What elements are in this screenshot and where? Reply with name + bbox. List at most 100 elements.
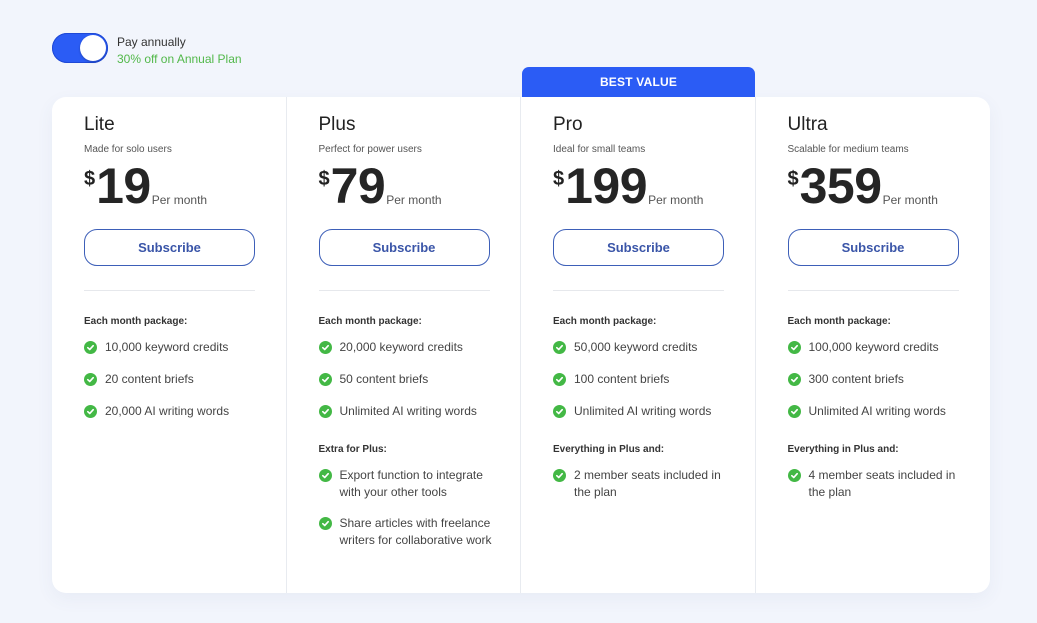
feature-item: 2 member seats included in the plan xyxy=(553,467,733,501)
plan-card-plus: Plus Perfect for power users $ 79 Per mo… xyxy=(287,97,521,593)
currency-symbol: $ xyxy=(318,168,330,190)
section-label: Each month package: xyxy=(84,316,188,327)
annual-discount-note: 30% off on Annual Plan xyxy=(117,52,242,66)
check-icon xyxy=(553,373,566,386)
feature-item: 4 member seats included in the plan xyxy=(787,467,968,501)
check-icon xyxy=(84,405,97,418)
feature-text: Unlimited AI writing words xyxy=(574,404,712,418)
check-icon xyxy=(318,405,332,418)
price-amount: 359 xyxy=(799,158,882,214)
divider xyxy=(787,290,959,291)
plan-name: Ultra xyxy=(787,114,828,135)
check-icon xyxy=(318,373,332,386)
pay-annually-label: Pay annually xyxy=(117,35,186,49)
feature-text: 4 member seats included in the plan xyxy=(808,468,956,499)
plan-tagline: Ideal for small teams xyxy=(553,144,646,155)
currency-symbol: $ xyxy=(553,168,565,190)
check-icon xyxy=(787,373,801,386)
feature-item: Unlimited AI writing words xyxy=(553,403,733,420)
check-icon xyxy=(787,405,801,418)
plan-card-pro: Pro Ideal for small teams $ 199 Per mont… xyxy=(521,97,756,593)
best-value-badge: BEST VALUE xyxy=(522,67,755,98)
feature-item: Unlimited AI writing words xyxy=(787,403,968,420)
extra-feature-list: Export function to integrate with your o… xyxy=(318,467,492,549)
section-label: Each month package: xyxy=(318,316,422,327)
plan-tagline: Made for solo users xyxy=(84,144,172,155)
feature-item: 300 content briefs xyxy=(787,371,968,388)
feature-text: 20 content briefs xyxy=(105,372,194,386)
feature-item: 20 content briefs xyxy=(84,371,264,388)
check-icon xyxy=(553,469,566,482)
plan-card-lite: Lite Made for solo users $ 19 Per month … xyxy=(52,97,287,593)
divider xyxy=(318,290,490,291)
plan-tagline: Scalable for medium teams xyxy=(787,144,909,155)
check-icon xyxy=(787,469,801,482)
plan-card-ultra: Ultra Scalable for medium teams $ 359 Pe… xyxy=(756,97,991,593)
feature-text: 20,000 AI writing words xyxy=(105,404,230,418)
plan-name: Plus xyxy=(318,114,356,135)
extra-feature-list: 4 member seats included in the plan xyxy=(787,467,959,501)
feature-text: Unlimited AI writing words xyxy=(808,404,946,418)
feature-item: 20,000 AI writing words xyxy=(84,403,264,420)
feature-list: 20,000 keyword credits 50 content briefs… xyxy=(318,339,489,420)
toggle-knob xyxy=(80,35,106,61)
feature-text: Export function to integrate with your o… xyxy=(339,468,483,499)
extra-section-label: Extra for Plus: xyxy=(318,444,387,455)
price: $ 199 Per month xyxy=(553,158,723,214)
subscribe-button-pro[interactable]: Subscribe xyxy=(553,229,724,266)
price-amount: 19 xyxy=(96,158,151,214)
feature-list: 50,000 keyword credits 100 content brief… xyxy=(553,339,723,420)
feature-item: Export function to integrate with your o… xyxy=(318,467,499,501)
subscribe-button-ultra[interactable]: Subscribe xyxy=(787,229,959,266)
divider xyxy=(553,290,724,291)
currency-symbol: $ xyxy=(84,168,96,190)
extra-section-label: Everything in Plus and: xyxy=(787,444,899,455)
feature-item: 100,000 keyword credits xyxy=(787,339,968,356)
price-period: Per month xyxy=(882,193,938,207)
check-icon xyxy=(318,469,332,482)
feature-item: 20,000 keyword credits xyxy=(318,339,499,356)
section-label: Each month package: xyxy=(553,316,657,327)
check-icon xyxy=(318,517,332,530)
feature-item: 50,000 keyword credits xyxy=(553,339,733,356)
feature-list: 10,000 keyword credits 20 content briefs… xyxy=(84,339,254,420)
divider xyxy=(84,290,255,291)
feature-item: 50 content briefs xyxy=(318,371,499,388)
plan-tagline: Perfect for power users xyxy=(318,144,422,155)
feature-text: 50 content briefs xyxy=(339,372,429,386)
check-icon xyxy=(318,341,332,354)
feature-text: 20,000 keyword credits xyxy=(339,340,463,354)
extra-feature-list: 2 member seats included in the plan xyxy=(553,467,723,501)
feature-item: 100 content briefs xyxy=(553,371,733,388)
feature-text: Share articles with freelance writers fo… xyxy=(339,516,492,547)
plan-name: Pro xyxy=(553,114,583,135)
price: $ 359 Per month xyxy=(787,158,959,214)
price-amount: 79 xyxy=(330,158,386,214)
subscribe-button-plus[interactable]: Subscribe xyxy=(318,229,490,266)
feature-list: 100,000 keyword credits 300 content brie… xyxy=(787,339,959,420)
feature-text: 2 member seats included in the plan xyxy=(574,468,721,499)
feature-item: Unlimited AI writing words xyxy=(318,403,499,420)
price-amount: 199 xyxy=(565,158,648,214)
check-icon xyxy=(553,341,566,354)
feature-text: 50,000 keyword credits xyxy=(574,340,698,354)
feature-text: Unlimited AI writing words xyxy=(339,404,477,418)
price: $ 79 Per month xyxy=(318,158,489,214)
pricing-cards: Lite Made for solo users $ 19 Per month … xyxy=(52,97,990,593)
price: $ 19 Per month xyxy=(84,158,254,214)
check-icon xyxy=(84,341,97,354)
billing-text: Pay annually 30% off on Annual Plan xyxy=(117,33,242,68)
price-period: Per month xyxy=(648,193,704,207)
plan-name: Lite xyxy=(84,114,115,135)
pay-annually-toggle[interactable] xyxy=(52,33,108,63)
billing-toggle-group: Pay annually 30% off on Annual Plan xyxy=(52,33,242,68)
feature-text: 300 content briefs xyxy=(808,372,904,386)
feature-text: 10,000 keyword credits xyxy=(105,340,229,354)
feature-text: 100 content briefs xyxy=(574,372,670,386)
price-period: Per month xyxy=(386,193,442,207)
price-period: Per month xyxy=(151,193,208,207)
subscribe-button-lite[interactable]: Subscribe xyxy=(84,229,255,266)
section-label: Each month package: xyxy=(787,316,891,327)
check-icon xyxy=(787,341,801,354)
currency-symbol: $ xyxy=(787,168,799,190)
